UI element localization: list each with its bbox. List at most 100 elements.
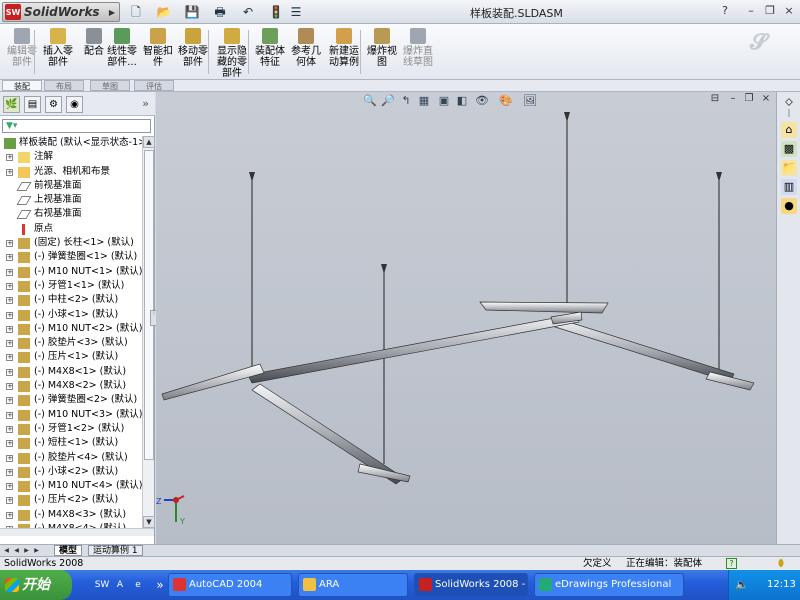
tree-item[interactable]: 上视基准面 bbox=[0, 193, 142, 207]
graphics-area[interactable]: 🔍 🔎 ↰ ▦ ▣ ◧ 👁 🎨 🖼 ⊟ – ❐ × Z Y bbox=[156, 92, 776, 544]
prev-tab-icon[interactable]: ◀ bbox=[12, 546, 21, 555]
minimize-button[interactable]: – bbox=[744, 4, 758, 18]
sketch-tool-icon[interactable]: I bbox=[781, 106, 797, 122]
expand-icon[interactable]: + bbox=[6, 511, 13, 519]
property-manager-tab-icon[interactable]: ▤ bbox=[24, 96, 41, 113]
model-tab-0[interactable]: 模型 bbox=[54, 545, 83, 556]
expand-icon[interactable]: + bbox=[6, 240, 13, 248]
expand-icon[interactable]: + bbox=[6, 368, 13, 376]
cmd-button-9[interactable]: 新建运 动算例 bbox=[326, 28, 362, 68]
tree-item[interactable]: + (-) M4X8<3> (默认) bbox=[0, 508, 142, 522]
scroll-thumb[interactable] bbox=[144, 150, 154, 460]
tree-item[interactable]: + (-) M4X8<1> (默认) bbox=[0, 365, 142, 379]
next-tab-icon[interactable]: ▶ bbox=[22, 546, 31, 555]
expand-icon[interactable]: + bbox=[6, 454, 13, 462]
expand-icon[interactable]: + bbox=[6, 268, 13, 276]
expand-icon[interactable]: + bbox=[6, 425, 13, 433]
scroll-up-icon[interactable]: ▲ bbox=[143, 136, 155, 148]
solidworks-menu-button[interactable]: SW SolidWorks ▶ bbox=[2, 2, 120, 22]
options-icon[interactable]: ☰ bbox=[288, 4, 304, 20]
status-notify-icon[interactable]: ⬮ bbox=[778, 557, 784, 570]
expand-icon[interactable]: + bbox=[6, 497, 13, 505]
save-icon[interactable]: 💾 bbox=[184, 4, 200, 20]
expand-icon[interactable]: + bbox=[6, 397, 13, 405]
tree-item[interactable]: + (-) 压片<2> (默认) bbox=[0, 493, 142, 507]
tree-item[interactable]: + (-) 小球<1> (默认) bbox=[0, 308, 142, 322]
taskbar-task-2[interactable]: SolidWorks 2008 - [... bbox=[414, 573, 528, 597]
tree-item[interactable]: + (-) 小球<2> (默认) bbox=[0, 465, 142, 479]
cmd-button-11[interactable]: 爆炸直 线草图 bbox=[400, 28, 436, 68]
quicklaunch-solidworks-icon[interactable]: SW bbox=[94, 577, 110, 593]
tree-horizontal-scrollbar[interactable] bbox=[0, 528, 154, 536]
tree-item[interactable]: + (-) M10 NUT<2> (默认) bbox=[0, 322, 142, 336]
tree-filter-input[interactable]: ▼▾ bbox=[2, 119, 151, 133]
undo-icon[interactable]: ↶ bbox=[240, 4, 256, 20]
cmd-tab-2[interactable]: 草图 bbox=[90, 80, 130, 91]
cmd-button-3[interactable]: 线性零 部件... bbox=[104, 28, 140, 68]
expand-icon[interactable]: + bbox=[6, 340, 13, 348]
expand-icon[interactable]: + bbox=[6, 440, 13, 448]
cmd-tab-0[interactable]: 装配 bbox=[2, 80, 42, 91]
cmd-button-8[interactable]: 参考几 何体 bbox=[288, 28, 324, 68]
tree-item[interactable]: 前视基准面 bbox=[0, 179, 142, 193]
restore-button[interactable]: ❐ bbox=[763, 4, 777, 18]
cmd-button-7[interactable]: 装配体 特征 bbox=[252, 28, 288, 68]
tree-item[interactable]: + (-) M10 NUT<3> (默认) bbox=[0, 408, 142, 422]
cmd-button-1[interactable]: 插入零 部件 bbox=[40, 28, 76, 68]
expand-icon[interactable]: + bbox=[6, 254, 13, 262]
assembly-model[interactable] bbox=[156, 92, 776, 544]
tree-item[interactable]: + (-) 短柱<1> (默认) bbox=[0, 436, 142, 450]
cmd-button-10[interactable]: 爆炸视图 bbox=[364, 28, 400, 68]
expand-icon[interactable]: + bbox=[6, 483, 13, 491]
tree-item[interactable]: + (-) 弹簧垫圈<1> (默认) bbox=[0, 250, 142, 264]
tray-clock[interactable]: 12:13 bbox=[767, 570, 796, 600]
expand-icon[interactable]: + bbox=[6, 297, 13, 305]
tree-item[interactable]: 右视基准面 bbox=[0, 207, 142, 221]
tree-item[interactable]: + (-) 胶垫片<3> (默认) bbox=[0, 336, 142, 350]
taskbar-task-3[interactable]: eDrawings Professional bbox=[534, 573, 684, 597]
new-document-icon[interactable]: 🗋 bbox=[128, 4, 144, 20]
design-library-icon[interactable]: ▩ bbox=[781, 141, 797, 157]
model-tab-1[interactable]: 运动算例 1 bbox=[88, 545, 143, 556]
tray-speaker-icon[interactable]: 🔈 bbox=[735, 570, 749, 600]
expand-icon[interactable]: + bbox=[6, 411, 13, 419]
cmd-button-4[interactable]: 智能扣件 bbox=[140, 28, 176, 68]
quick-tips-help-icon[interactable]: ? bbox=[726, 558, 737, 569]
tree-item[interactable]: + (-) 压片<1> (默认) bbox=[0, 350, 142, 364]
scroll-down-icon[interactable]: ▼ bbox=[143, 516, 155, 528]
file-explorer-icon[interactable]: 📁 bbox=[781, 160, 797, 176]
expand-icon[interactable]: + bbox=[6, 168, 13, 176]
rebuild-icon[interactable]: 🚦 bbox=[268, 4, 284, 20]
home-resources-icon[interactable]: ⌂ bbox=[781, 122, 797, 138]
configuration-manager-tab-icon[interactable]: ⚙ bbox=[45, 96, 62, 113]
print-icon[interactable]: 🖶 bbox=[212, 4, 228, 20]
cmd-tab-3[interactable]: 评估 bbox=[134, 80, 174, 91]
appearances-icon[interactable]: ● bbox=[781, 198, 797, 214]
start-button[interactable]: 开始 bbox=[0, 570, 72, 600]
tree-item[interactable]: + (固定) 长柱<1> (默认) bbox=[0, 236, 142, 250]
collapse-panel-icon[interactable]: » bbox=[142, 97, 149, 110]
expand-icon[interactable]: + bbox=[6, 325, 13, 333]
tree-item[interactable]: + (-) 牙管1<1> (默认) bbox=[0, 279, 142, 293]
tree-item[interactable]: + (-) M10 NUT<4> (默认) bbox=[0, 479, 142, 493]
view-palette-icon[interactable]: ▥ bbox=[781, 179, 797, 195]
close-button[interactable]: × bbox=[782, 4, 796, 18]
expand-icon[interactable]: + bbox=[6, 354, 13, 362]
tree-vertical-scrollbar[interactable]: ▲ ▼ bbox=[142, 136, 155, 528]
open-folder-icon[interactable]: 📂 bbox=[156, 4, 172, 20]
expand-icon[interactable]: + bbox=[6, 282, 13, 290]
expand-icon[interactable]: + bbox=[6, 154, 13, 162]
tree-item[interactable]: + (-) M4X8<2> (默认) bbox=[0, 379, 142, 393]
quicklaunch-acrobat-icon[interactable]: A bbox=[112, 577, 128, 593]
tree-item[interactable]: + 光源、相机和布景 bbox=[0, 165, 142, 179]
taskbar-task-0[interactable]: AutoCAD 2004 bbox=[168, 573, 292, 597]
quicklaunch-more-icon[interactable]: » bbox=[152, 577, 168, 593]
display-manager-tab-icon[interactable]: ◉ bbox=[66, 96, 83, 113]
cmd-tab-1[interactable]: 布局 bbox=[44, 80, 84, 91]
cmd-button-6[interactable]: 显示隐 藏的零 部件 bbox=[214, 28, 250, 79]
quicklaunch-ie-icon[interactable]: e bbox=[130, 577, 146, 593]
tree-item[interactable]: 原点 bbox=[0, 222, 142, 236]
tree-root[interactable]: 样板装配 (默认<显示状态-1> bbox=[0, 136, 142, 150]
last-tab-icon[interactable]: ▶ bbox=[32, 546, 41, 555]
tree-item[interactable]: + (-) 中柱<2> (默认) bbox=[0, 293, 142, 307]
